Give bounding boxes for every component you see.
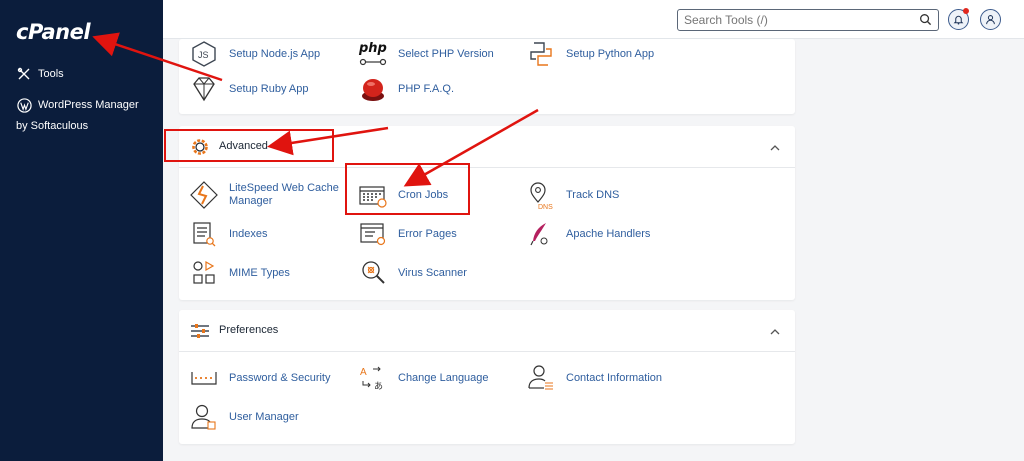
password-icon	[189, 363, 219, 393]
sidebar-item-tools[interactable]: Tools	[16, 66, 64, 82]
svg-text:php: php	[358, 41, 387, 56]
highlight-box-advanced	[164, 129, 334, 162]
tool-select-php-version[interactable]: php Select PHP Version	[358, 39, 494, 69]
tool-php-faq[interactable]: PHP F.A.Q.	[358, 74, 454, 104]
python-icon	[526, 39, 556, 69]
tool-setup-nodejs-app[interactable]: JS Setup Node.js App	[189, 39, 320, 69]
sidebar: cPanel Tools WordPress Manager by Softac…	[0, 0, 163, 461]
chevron-up-icon[interactable]	[769, 325, 781, 337]
notifications-button[interactable]	[948, 8, 969, 30]
tool-litespeed-cache[interactable]: LiteSpeed Web Cache Manager	[189, 180, 339, 210]
shapes-icon	[189, 258, 219, 288]
sliders-icon	[190, 321, 210, 341]
tool-track-dns[interactable]: DNS Track DNS	[526, 180, 619, 210]
topbar	[163, 0, 1024, 39]
tool-setup-ruby-app[interactable]: Setup Ruby App	[189, 74, 309, 104]
preferences-panel-header[interactable]: Preferences	[179, 310, 795, 352]
tool-setup-python-app[interactable]: Setup Python App	[526, 39, 654, 69]
tool-virus-scanner[interactable]: Virus Scanner	[358, 258, 467, 288]
tool-contact-information[interactable]: Contact Information	[526, 363, 662, 393]
tool-change-language[interactable]: Aあ Change Language	[358, 363, 489, 393]
nodejs-icon: JS	[189, 39, 219, 69]
chevron-up-icon[interactable]	[769, 141, 781, 153]
svg-text:A: A	[360, 367, 367, 378]
tool-indexes[interactable]: Indexes	[189, 219, 268, 249]
help-button-icon	[358, 74, 388, 104]
tool-mime-types[interactable]: MIME Types	[189, 258, 290, 288]
svg-text:JS: JS	[198, 50, 209, 60]
indexes-icon	[189, 219, 219, 249]
error-pages-icon	[358, 219, 388, 249]
contact-icon	[526, 363, 556, 393]
tool-user-manager[interactable]: User Manager	[189, 402, 299, 432]
bell-icon	[953, 14, 964, 25]
magnifier-virus-icon	[358, 258, 388, 288]
highlight-box-cron-jobs	[345, 163, 470, 215]
litespeed-icon	[189, 180, 219, 210]
user-menu-button[interactable]	[980, 9, 1001, 30]
cpanel-logo[interactable]: cPanel	[16, 20, 91, 44]
tool-apache-handlers[interactable]: Apache Handlers	[526, 219, 650, 249]
wordpress-icon	[16, 97, 32, 113]
map-pin-dns-icon: DNS	[526, 180, 556, 210]
user-icon	[985, 14, 996, 25]
sidebar-item-label: Tools	[38, 68, 64, 80]
software-panel: JS Setup Node.js App php Select PHP Vers…	[179, 39, 795, 114]
search-input[interactable]	[677, 9, 939, 31]
user-manager-icon	[189, 402, 219, 432]
language-icon: Aあ	[358, 363, 388, 393]
ruby-icon	[189, 74, 219, 104]
php-icon: php	[358, 39, 388, 69]
tools-icon	[16, 66, 32, 82]
preferences-panel: Preferences Password & Security Aあ Chang…	[179, 310, 795, 444]
search-icon[interactable]	[919, 13, 933, 27]
sidebar-item-wordpress-manager[interactable]: WordPress Manager	[16, 97, 139, 113]
svg-text:あ: あ	[374, 381, 383, 391]
notification-dot	[963, 8, 969, 14]
sidebar-item-sublabel: by Softaculous	[16, 120, 89, 132]
tool-password-security[interactable]: Password & Security	[189, 363, 330, 393]
sidebar-item-label: WordPress Manager	[38, 99, 139, 111]
tool-error-pages[interactable]: Error Pages	[358, 219, 457, 249]
panel-title: Preferences	[219, 324, 279, 336]
svg-text:DNS: DNS	[538, 204, 553, 210]
feather-icon	[526, 219, 556, 249]
